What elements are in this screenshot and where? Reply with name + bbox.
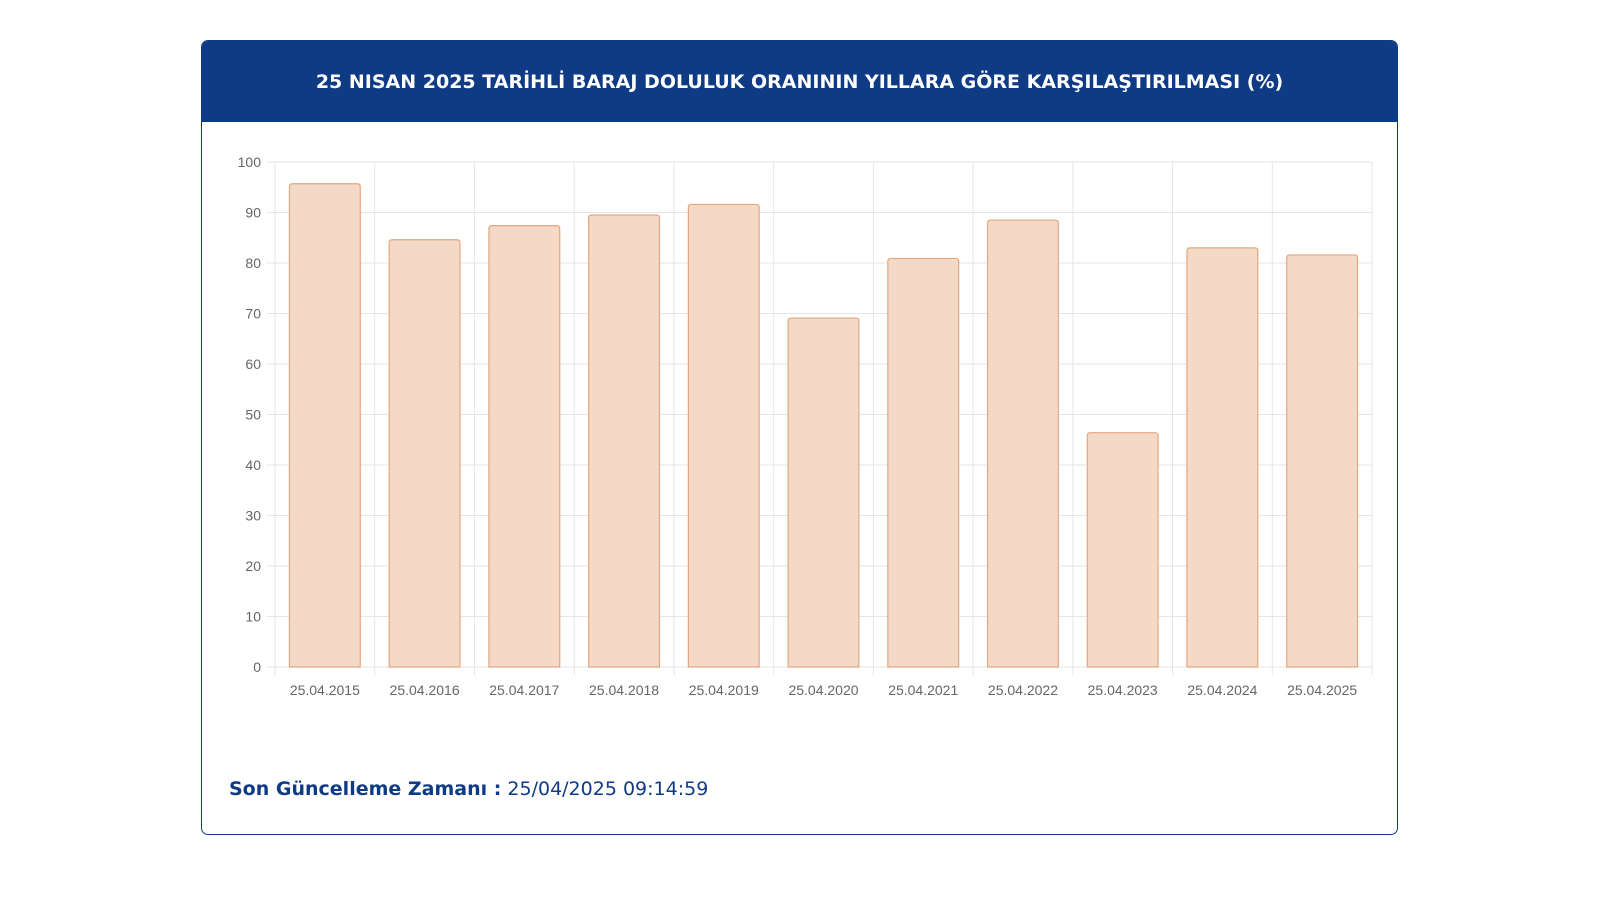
bar-25.04.2017[interactable] [488,225,561,668]
y-tick-label: 100 [238,154,262,170]
last-update: Son Güncelleme Zamanı : 25/04/2025 09:14… [229,778,708,800]
y-tick-label: 80 [245,255,261,271]
chart-title: 25 NISAN 2025 TARİHLİ BARAJ DOLULUK ORAN… [202,41,1397,122]
bar-25.04.2015[interactable] [288,183,361,668]
last-update-value: 25/04/2025 09:14:59 [501,778,709,800]
bar-25.04.2022[interactable] [986,219,1059,668]
x-tick-label: 25.04.2019 [689,682,759,698]
bar-25.04.2016[interactable] [388,239,461,668]
x-tick-label: 25.04.2021 [888,682,958,698]
chart-card: 25 NISAN 2025 TARİHLİ BARAJ DOLULUK ORAN… [201,40,1398,835]
x-tick-label: 25.04.2023 [1088,682,1158,698]
x-tick-label: 25.04.2020 [788,682,858,698]
x-tick-label: 25.04.2018 [589,682,659,698]
x-axis-ticks: 25.04.2015 25.04.2016 25.04.2017 25.04.2018… [290,682,1358,698]
y-tick-label: 60 [245,356,261,372]
chart-area: 0 10 20 30 40 50 60 70 80 90 100 25.04.2015 25.04.2… [202,122,1397,762]
x-tick-label: 25.04.2025 [1287,682,1357,698]
y-tick-label: 0 [253,659,261,675]
bar-chart: 0102030405060708090100 25.04.2015 25.04.2… [238,154,1373,698]
y-tick-label: 10 [245,609,261,625]
last-update-label: Son Güncelleme Zamanı : [229,778,502,800]
x-tick-label: 25.04.2022 [988,682,1058,698]
y-tick-label: 30 [245,508,261,524]
x-tick-label: 25.04.2024 [1187,682,1257,698]
x-tick-label: 25.04.2016 [390,682,460,698]
y-tick-label: 40 [245,457,261,473]
y-tick-label: 20 [245,558,261,574]
y-tick-label: 90 [245,205,261,221]
bar-25.04.2020[interactable] [787,317,860,668]
bar-25.04.2024[interactable] [1186,247,1259,668]
bar-25.04.2023[interactable] [1086,432,1159,668]
bar-25.04.2021[interactable] [887,257,960,668]
bar-25.04.2025[interactable] [1286,254,1359,668]
bar-25.04.2018[interactable] [588,214,661,668]
x-tick-label: 25.04.2015 [290,682,360,698]
x-tick-label: 25.04.2017 [489,682,559,698]
bar-25.04.2019[interactable] [687,203,760,668]
y-tick-label: 70 [245,306,261,322]
bars [288,183,1359,668]
y-tick-label: 50 [245,407,261,423]
y-axis-ticks: 0 10 20 30 40 50 60 70 80 90 100 [238,154,262,675]
